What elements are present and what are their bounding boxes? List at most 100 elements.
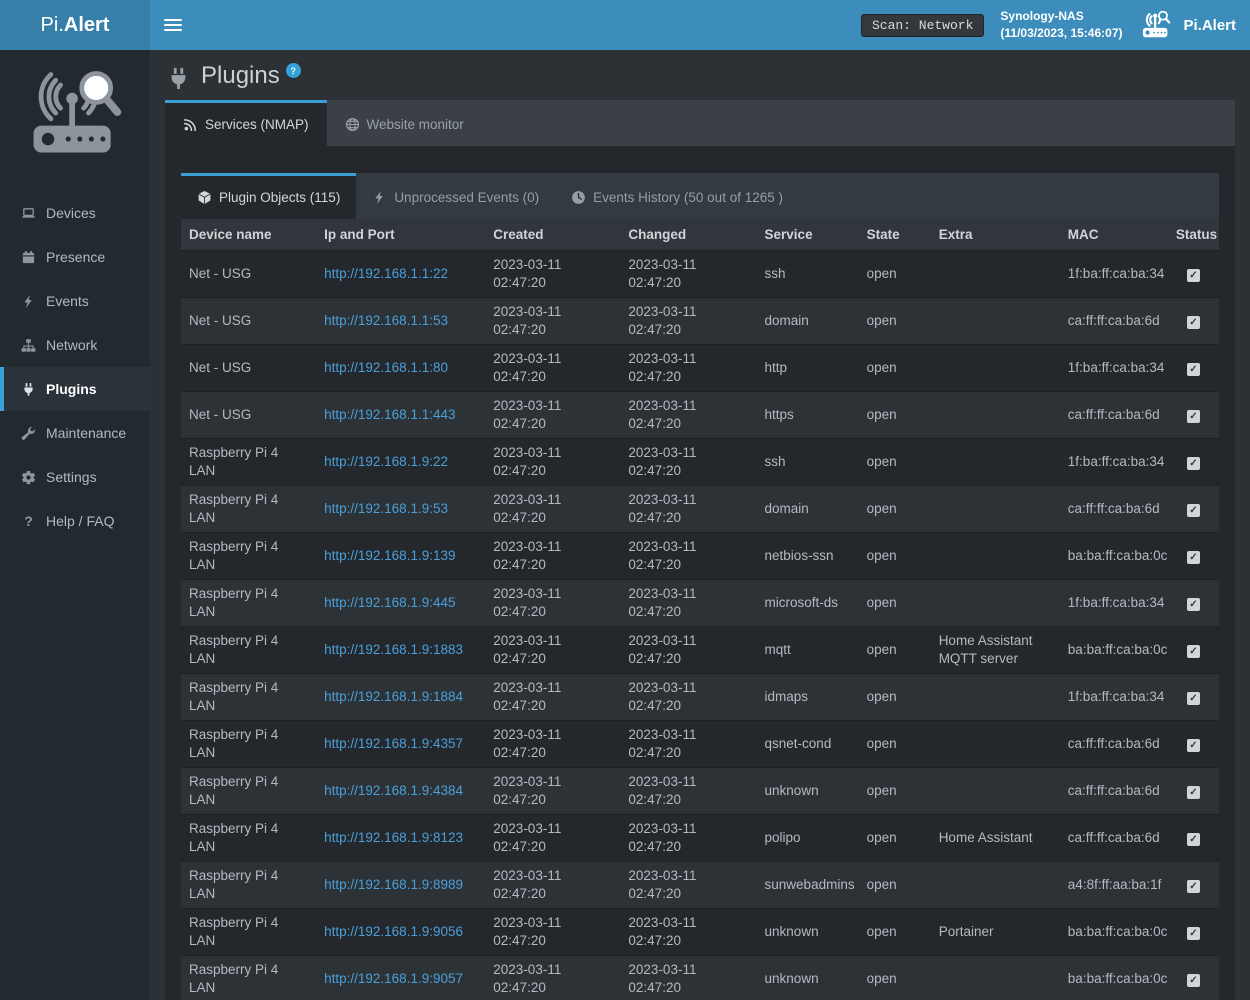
status-checkbox-checked[interactable]: ✓ [1187, 410, 1200, 423]
sidebar-item-help-faq[interactable]: ?Help / FAQ [0, 499, 150, 543]
sidebar-item-settings[interactable]: Settings [0, 455, 150, 499]
cell-service: mqtt [757, 627, 859, 674]
ip-port-link[interactable]: http://192.168.1.9:9057 [324, 971, 463, 986]
status-checkbox-checked[interactable]: ✓ [1187, 692, 1200, 705]
column-header-status[interactable]: Status [1168, 219, 1219, 251]
ip-port-link[interactable]: http://192.168.1.9:53 [324, 501, 448, 516]
sidebar-item-events[interactable]: Events [0, 279, 150, 323]
status-checkbox-checked[interactable]: ✓ [1187, 927, 1200, 940]
calendar-icon [20, 249, 37, 265]
sidebar-item-network[interactable]: Network [0, 323, 150, 367]
help-badge[interactable]: ? [286, 63, 301, 78]
cell-state: open [859, 768, 931, 815]
cell-extra [931, 486, 1060, 533]
host-info: Synology-NAS (11/03/2023, 15:46:07) [1000, 8, 1122, 43]
status-checkbox-checked[interactable]: ✓ [1187, 880, 1200, 893]
status-checkbox-checked[interactable]: ✓ [1187, 504, 1200, 517]
cell-status: ✓ [1168, 580, 1219, 627]
cell-created: 2023-03-11 02:47:20 [485, 862, 620, 909]
table-row: Raspberry Pi 4 LAN http://192.168.1.9:139… [181, 533, 1219, 580]
ip-port-link[interactable]: http://192.168.1.9:8989 [324, 877, 463, 892]
subtab-label: Unprocessed Events (0) [394, 188, 539, 207]
cell-ip-port: http://192.168.1.1:53 [316, 298, 485, 345]
cell-extra: Portainer [931, 909, 1060, 956]
status-checkbox-checked[interactable]: ✓ [1187, 974, 1200, 987]
cell-created: 2023-03-11 02:47:20 [485, 674, 620, 721]
laptop-icon [20, 205, 37, 221]
cell-service: ssh [757, 439, 859, 486]
ip-port-link[interactable]: http://192.168.1.9:8123 [324, 830, 463, 845]
cell-service: polipo [757, 815, 859, 862]
ip-port-link[interactable]: http://192.168.1.1:443 [324, 407, 455, 422]
cell-status: ✓ [1168, 251, 1219, 298]
status-checkbox-checked[interactable]: ✓ [1187, 316, 1200, 329]
ip-port-link[interactable]: http://192.168.1.9:1883 [324, 642, 463, 657]
status-checkbox-checked[interactable]: ✓ [1187, 598, 1200, 611]
column-header-extra[interactable]: Extra [931, 219, 1060, 251]
ip-port-link[interactable]: http://192.168.1.9:139 [324, 548, 455, 563]
ip-port-link[interactable]: http://192.168.1.9:22 [324, 454, 448, 469]
ip-port-link[interactable]: http://192.168.1.9:4384 [324, 783, 463, 798]
ip-port-link[interactable]: http://192.168.1.1:22 [324, 266, 448, 281]
cell-device-name: Raspberry Pi 4 LAN [181, 721, 316, 768]
cell-status: ✓ [1168, 533, 1219, 580]
cell-extra [931, 721, 1060, 768]
subtab-strip: Plugin Objects (115) Unprocessed Events (… [181, 173, 1219, 219]
cell-status: ✓ [1168, 392, 1219, 439]
sidebar-item-plugins[interactable]: Plugins [0, 367, 150, 411]
subtab-plugin-objects-115[interactable]: Plugin Objects (115) [181, 173, 356, 219]
cell-created: 2023-03-11 02:47:20 [485, 345, 620, 392]
ip-port-link[interactable]: http://192.168.1.1:80 [324, 360, 448, 375]
cell-extra [931, 862, 1060, 909]
clock-icon [571, 190, 586, 205]
cell-mac: ba:ba:ff:ca:ba:0c [1060, 909, 1168, 956]
cell-extra: Home Assistant [931, 815, 1060, 862]
status-checkbox-checked[interactable]: ✓ [1187, 457, 1200, 470]
sidebar-item-maintenance[interactable]: Maintenance [0, 411, 150, 455]
cell-mac: ca:ff:ff:ca:ba:6d [1060, 768, 1168, 815]
subtab-unprocessed-events-0[interactable]: Unprocessed Events (0) [356, 173, 555, 219]
sidebar-item-label: Plugins [46, 381, 97, 397]
ip-port-link[interactable]: http://192.168.1.9:445 [324, 595, 455, 610]
tab-services-nmap[interactable]: Services (NMAP) [165, 100, 327, 146]
table-header-row: Device nameIp and PortCreatedChangedServ… [181, 219, 1219, 251]
subtab-events-history-50-out-of-1265[interactable]: Events History (50 out of 1265 ) [555, 173, 799, 219]
globe-icon [345, 117, 360, 132]
app-logo[interactable]: Pi.Alert [0, 0, 150, 50]
ip-port-link[interactable]: http://192.168.1.9:9056 [324, 924, 463, 939]
status-checkbox-checked[interactable]: ✓ [1187, 551, 1200, 564]
ip-port-link[interactable]: http://192.168.1.9:1884 [324, 689, 463, 704]
column-header-state[interactable]: State [859, 219, 931, 251]
status-checkbox-checked[interactable]: ✓ [1187, 786, 1200, 799]
sidebar-toggle-button[interactable] [150, 0, 196, 50]
tab-website-monitor[interactable]: Website monitor [327, 100, 482, 146]
table-row: Net - USGhttp://192.168.1.1:222023-03-11… [181, 251, 1219, 298]
cell-service: unknown [757, 909, 859, 956]
status-checkbox-checked[interactable]: ✓ [1187, 645, 1200, 658]
table-row: Raspberry Pi 4 LANhttp://192.168.1.9:188… [181, 627, 1219, 674]
cell-created: 2023-03-11 02:47:20 [485, 815, 620, 862]
sidebar-item-devices[interactable]: Devices [0, 191, 150, 235]
column-header-mac[interactable]: MAC [1060, 219, 1168, 251]
status-checkbox-checked[interactable]: ✓ [1187, 833, 1200, 846]
cell-service: ssh [757, 251, 859, 298]
ip-port-link[interactable]: http://192.168.1.9:4357 [324, 736, 463, 751]
column-header-device-name[interactable]: Device name [181, 219, 316, 251]
cell-created: 2023-03-11 02:47:20 [485, 533, 620, 580]
cell-status: ✓ [1168, 439, 1219, 486]
column-header-created[interactable]: Created [485, 219, 620, 251]
tab-panel: Plugin Objects (115) Unprocessed Events (… [165, 146, 1235, 1000]
cell-changed: 2023-03-11 02:47:20 [620, 768, 756, 815]
column-header-service[interactable]: Service [757, 219, 859, 251]
ip-port-link[interactable]: http://192.168.1.1:53 [324, 313, 448, 328]
status-checkbox-checked[interactable]: ✓ [1187, 363, 1200, 376]
column-header-ip-and-port[interactable]: Ip and Port [316, 219, 485, 251]
cell-extra [931, 392, 1060, 439]
status-checkbox-checked[interactable]: ✓ [1187, 269, 1200, 282]
cell-service: unknown [757, 768, 859, 815]
column-header-changed[interactable]: Changed [620, 219, 756, 251]
cell-device-name: Raspberry Pi 4 LAN [181, 533, 316, 580]
cell-ip-port: http://192.168.1.9:9057 [316, 956, 485, 1000]
status-checkbox-checked[interactable]: ✓ [1187, 739, 1200, 752]
sidebar-item-presence[interactable]: Presence [0, 235, 150, 279]
